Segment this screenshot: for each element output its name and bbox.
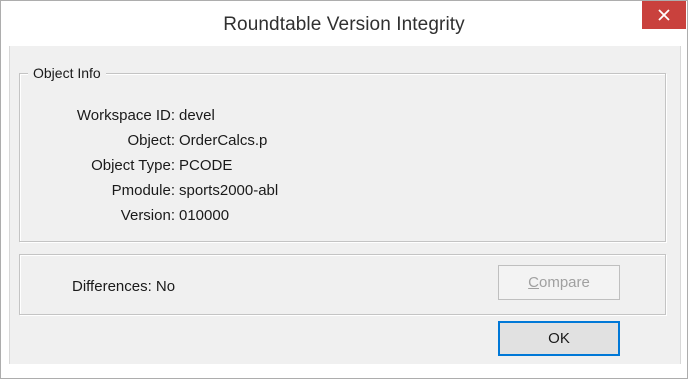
version-value: 010000 (179, 207, 230, 224)
object-info-legend: Object Info (28, 64, 106, 82)
close-button[interactable] (642, 1, 686, 29)
object-label: Object: (127, 132, 175, 149)
pmodule-row: Pmodule: sports2000-abl (20, 181, 660, 201)
close-icon (658, 9, 670, 21)
version-label: Version: (120, 207, 175, 224)
title-bar[interactable]: Roundtable Version Integrity (1, 1, 687, 47)
compare-button[interactable]: Compare (498, 265, 620, 300)
object-type-label: Object Type: (91, 157, 175, 174)
pmodule-label: Pmodule: (111, 182, 175, 199)
object-value: OrderCalcs.p (179, 132, 268, 149)
differences-status: Differences: No (72, 278, 176, 295)
ok-button[interactable]: OK (498, 321, 620, 356)
compare-label: ompare (538, 274, 590, 291)
compare-mnemonic: C (528, 274, 539, 291)
workspace-id-label: Workspace ID: (76, 107, 175, 124)
object-row: Object: OrderCalcs.p (20, 131, 660, 151)
pmodule-value: sports2000-abl (179, 182, 279, 199)
window-title: Roundtable Version Integrity (223, 14, 465, 35)
workspace-id-row: Workspace ID: devel (20, 106, 660, 126)
object-type-row: Object Type: PCODE (20, 156, 660, 176)
version-row: Version: 010000 (20, 206, 660, 226)
workspace-id-value: devel (179, 107, 215, 124)
object-type-value: PCODE (179, 157, 233, 174)
